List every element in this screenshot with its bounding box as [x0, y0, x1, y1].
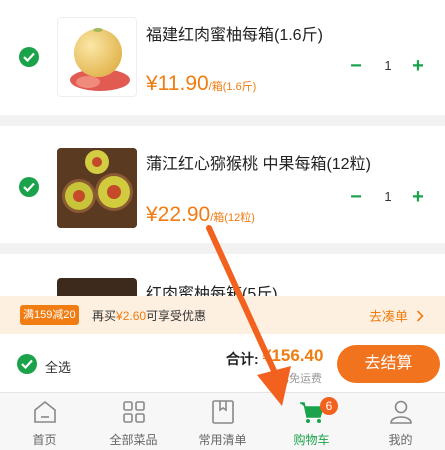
cart-item: 福建红肉蜜柚每箱(1.6斤) ¥11.90/箱(1.6斤) − 1 + [0, 0, 445, 115]
product-image[interactable] [57, 278, 137, 296]
promo-prefix: 再买 [92, 309, 117, 323]
add-more-link[interactable]: 去凑单 [369, 306, 424, 325]
quantity-stepper: − 1 + [346, 186, 428, 210]
product-price: ¥11.90/箱(1.6斤) [146, 72, 256, 96]
grid-icon [123, 401, 145, 423]
tab-label: 全部菜品 [109, 433, 158, 447]
tab-label: 首页 [32, 433, 57, 447]
cart-item: 蒲江红心猕猴桃 中果每箱(12粒) ¥22.90/箱(12粒) − 1 + [0, 126, 445, 243]
user-icon [390, 400, 412, 424]
quantity-value[interactable]: 1 [370, 189, 406, 204]
price-unit: /箱(12粒) [210, 212, 255, 224]
product-name[interactable]: 蒲江红心猕猴桃 中果每箱(12粒) [146, 150, 371, 174]
tab-label: 购物车 [293, 433, 330, 447]
increase-button[interactable]: + [408, 186, 428, 210]
promo-amount: ¥2.60 [116, 309, 147, 323]
price-unit: /箱(1.6斤) [208, 81, 257, 93]
promo-message: 再买¥2.60可享受优惠 [92, 307, 206, 324]
checkmark-icon [23, 182, 35, 192]
total-label: 合计: [226, 351, 259, 367]
tab-label: 我的 [388, 433, 413, 447]
total-value: ¥156.40 [262, 346, 324, 365]
price-value: ¥11.90 [146, 72, 209, 95]
home-icon [34, 400, 56, 423]
item-checkbox[interactable] [19, 177, 39, 197]
shipping-note: 已免运费 [278, 373, 322, 385]
cart-badge: 6 [320, 397, 338, 415]
checkmark-icon [21, 359, 33, 369]
increase-button[interactable]: + [408, 55, 428, 79]
decrease-button[interactable]: − [346, 55, 366, 79]
price-value: ¥22.90 [146, 203, 211, 226]
chevron-right-icon [416, 310, 424, 322]
product-price: ¥22.90/箱(12粒) [146, 203, 255, 227]
tab-label: 常用清单 [198, 433, 247, 447]
bottom-tab-bar: 首页 全部菜品 常用清单 6 购物车 我的 [0, 392, 445, 450]
select-all-checkbox[interactable] [17, 354, 37, 374]
promo-suffix: 可享受优惠 [146, 309, 207, 323]
tab-profile[interactable]: 我的 [356, 393, 445, 450]
tab-lists[interactable]: 常用清单 [178, 393, 267, 450]
cart-item: 红肉蜜柚每箱(5斤) [0, 254, 445, 303]
item-checkbox[interactable] [19, 47, 39, 67]
tab-home[interactable]: 首页 [0, 393, 89, 450]
decrease-button[interactable]: − [346, 186, 366, 210]
checkout-bar: 全选 合计: ¥156.40 已免运费 去结算 [0, 334, 445, 392]
quantity-value[interactable]: 1 [370, 58, 406, 73]
product-image[interactable] [57, 148, 137, 228]
add-more-label: 去凑单 [369, 309, 409, 324]
product-name[interactable]: 福建红肉蜜柚每箱(1.6斤) [146, 21, 323, 45]
promo-bar: 满159减20 再买¥2.60可享受优惠 去凑单 [0, 296, 445, 334]
tab-all-dishes[interactable]: 全部菜品 [89, 393, 178, 450]
checkout-button[interactable]: 去结算 [337, 345, 440, 383]
quantity-stepper: − 1 + [346, 55, 428, 79]
tab-cart[interactable]: 6 购物车 [267, 393, 356, 450]
product-image[interactable] [57, 17, 137, 97]
bookmark-icon [212, 400, 234, 424]
select-all-label[interactable]: 全选 [45, 357, 71, 376]
checkmark-icon [23, 52, 35, 62]
promo-tag: 满159减20 [20, 305, 79, 325]
